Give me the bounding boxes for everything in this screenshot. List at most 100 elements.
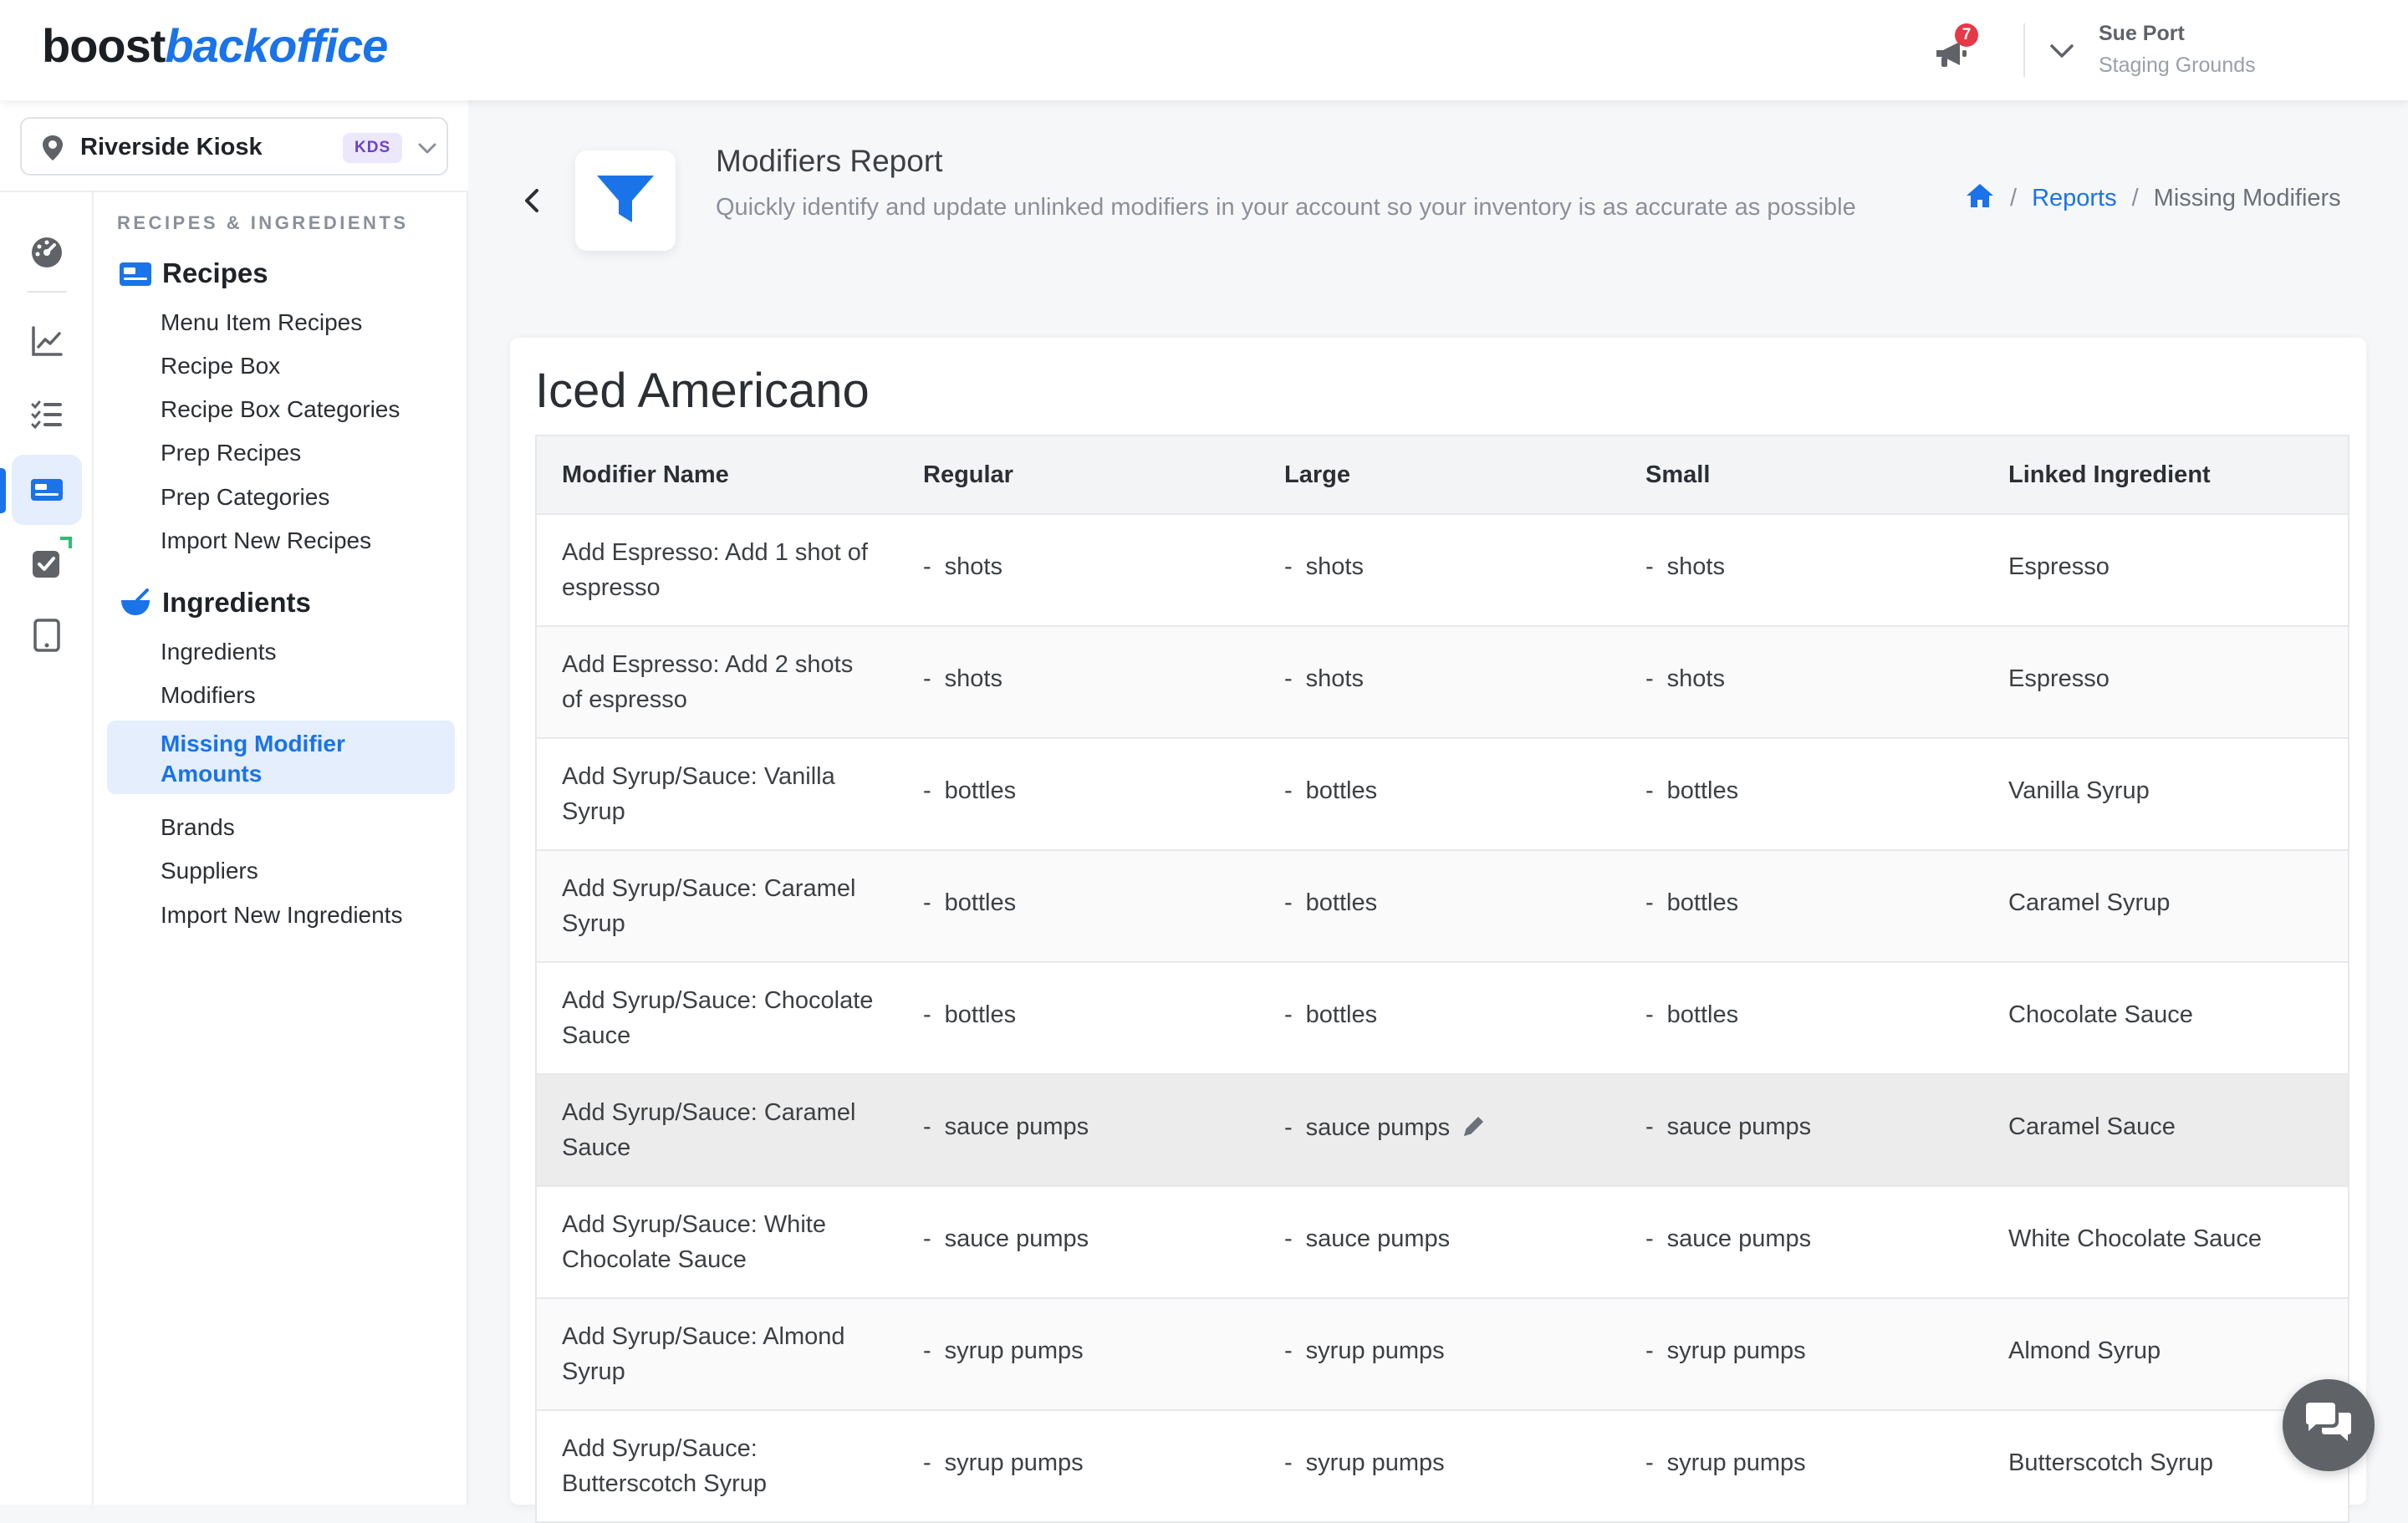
location-selector[interactable]: Riverside Kiosk KDS: [20, 117, 448, 176]
linked-ingredient-cell[interactable]: Espresso: [2008, 665, 2110, 693]
small-amount-cell[interactable]: - sauce pumps: [1645, 1225, 1811, 1253]
submenu-item-brands[interactable]: Brands: [161, 814, 235, 841]
unit-label: shots: [1666, 665, 1725, 692]
rail-active-indicator: [0, 468, 6, 513]
linked-ingredient-cell[interactable]: Espresso: [2008, 553, 2110, 581]
submenu-item-recipe-box-categories[interactable]: Recipe Box Categories: [161, 396, 400, 423]
submenu-item-menu-item-recipes[interactable]: Menu Item Recipes: [161, 309, 362, 336]
empty-amount-dash: -: [923, 1449, 931, 1476]
regular-amount-cell[interactable]: - syrup pumps: [923, 1449, 1084, 1477]
table-row[interactable]: Add Syrup/Sauce: Chocolate Sauce - bottles…: [537, 963, 2348, 1075]
empty-amount-dash: -: [1645, 553, 1654, 580]
unit-label: bottles: [944, 1001, 1017, 1028]
empty-amount-dash: -: [1645, 777, 1654, 804]
small-amount-cell[interactable]: - shots: [1645, 665, 1725, 693]
page-subtitle: Quickly identify and update unlinked mod…: [716, 194, 1856, 221]
rail-devices[interactable]: [12, 600, 82, 670]
table-row[interactable]: Add Syrup/Sauce: Almond Syrup - syrup pump…: [537, 1299, 2348, 1411]
empty-amount-dash: -: [1284, 1337, 1293, 1364]
chat-button[interactable]: [2283, 1379, 2375, 1471]
empty-amount-dash: -: [1645, 1225, 1654, 1252]
submenu-item-suppliers[interactable]: Suppliers: [161, 858, 258, 884]
small-amount-cell[interactable]: - bottles: [1645, 777, 1738, 805]
large-amount-cell[interactable]: - shots: [1284, 665, 1364, 693]
large-amount-cell[interactable]: - bottles: [1284, 889, 1377, 917]
unit-label: bottles: [1305, 889, 1378, 916]
empty-amount-dash: -: [923, 1337, 931, 1364]
logo[interactable]: boostbackoffice: [42, 18, 388, 73]
table-body: Add Espresso: Add 1 shot of espresso - sho…: [537, 515, 2348, 1523]
regular-amount-cell[interactable]: - sauce pumps: [923, 1225, 1089, 1253]
regular-amount-cell[interactable]: - shots: [923, 553, 1002, 581]
column-header-modifier-name[interactable]: Modifier Name: [562, 461, 729, 489]
small-amount-cell[interactable]: - shots: [1645, 553, 1725, 581]
linked-ingredient-cell[interactable]: Almond Syrup: [2008, 1337, 2161, 1365]
column-header-regular[interactable]: Regular: [923, 461, 1013, 489]
back-arrow-icon[interactable]: [518, 186, 545, 216]
regular-amount-cell[interactable]: - bottles: [923, 1001, 1016, 1029]
home-icon[interactable]: [1965, 182, 1995, 209]
table-row[interactable]: Add Syrup/Sauce: Butterscotch Syrup - syru…: [537, 1411, 2348, 1523]
submenu-item-prep-recipes[interactable]: Prep Recipes: [161, 440, 301, 466]
large-amount-cell[interactable]: - syrup pumps: [1284, 1449, 1445, 1477]
rail-checklists[interactable]: [12, 379, 82, 450]
modifier-name-cell: Add Syrup/Sauce: Butterscotch Syrup: [562, 1435, 767, 1497]
regular-amount-cell[interactable]: - shots: [923, 665, 1002, 693]
small-amount-cell[interactable]: - bottles: [1645, 1001, 1738, 1029]
column-header-linked-ingredient[interactable]: Linked Ingredient: [2008, 461, 2211, 489]
user-name[interactable]: Sue Port: [2099, 22, 2185, 46]
rail-reports[interactable]: [12, 306, 82, 376]
announcements-button[interactable]: 7: [1931, 23, 1978, 74]
linked-ingredient-cell[interactable]: Vanilla Syrup: [2008, 777, 2150, 805]
regular-amount-cell[interactable]: - sauce pumps: [923, 1113, 1089, 1141]
table-row[interactable]: Add Espresso: Add 1 shot of espresso - sho…: [537, 515, 2348, 627]
submenu-panel: RECIPES & INGREDIENTS Recipes Menu Item …: [94, 192, 468, 1505]
pencil-edit-icon[interactable]: [1462, 1113, 1487, 1138]
breadcrumb-reports[interactable]: Reports: [2032, 185, 2117, 211]
large-amount-cell[interactable]: - sauce pumps: [1284, 1113, 1487, 1142]
empty-amount-dash: -: [1284, 1449, 1293, 1476]
icon-rail: [0, 192, 94, 1505]
table-row[interactable]: Add Espresso: Add 2 shots of espresso - sh…: [537, 627, 2348, 739]
linked-ingredient-cell[interactable]: Butterscotch Syrup: [2008, 1449, 2213, 1477]
table-row[interactable]: Add Syrup/Sauce: White Chocolate Sauce - s…: [537, 1187, 2348, 1299]
large-amount-cell[interactable]: - bottles: [1284, 1001, 1377, 1029]
submenu-item-missing-modifier-amounts[interactable]: Missing Modifier Amounts: [107, 721, 455, 794]
regular-amount-cell[interactable]: - bottles: [923, 777, 1016, 805]
empty-amount-dash: -: [1284, 1225, 1293, 1252]
location-name: Riverside Kiosk: [80, 134, 263, 160]
submenu-item-recipe-box[interactable]: Recipe Box: [161, 353, 280, 379]
chevron-down-icon[interactable]: [2047, 38, 2077, 64]
submenu-item-ingredients[interactable]: Ingredients: [161, 639, 277, 665]
linked-ingredient-cell[interactable]: Caramel Syrup: [2008, 889, 2170, 917]
empty-amount-dash: -: [1284, 553, 1293, 580]
regular-amount-cell[interactable]: - syrup pumps: [923, 1337, 1084, 1365]
unit-label: syrup pumps: [944, 1337, 1084, 1364]
large-amount-cell[interactable]: - bottles: [1284, 777, 1377, 805]
small-amount-cell[interactable]: - syrup pumps: [1645, 1337, 1806, 1365]
table-row[interactable]: Add Syrup/Sauce: Caramel Syrup - bottles - b…: [537, 851, 2348, 963]
table-row[interactable]: Add Syrup/Sauce: Vanilla Syrup - bottles - b…: [537, 739, 2348, 851]
rail-dashboard[interactable]: [12, 217, 82, 288]
regular-amount-cell[interactable]: - bottles: [923, 889, 1016, 917]
column-header-small[interactable]: Small: [1645, 461, 1710, 489]
submenu-item-prep-categories[interactable]: Prep Categories: [161, 484, 329, 511]
submenu-item-modifiers[interactable]: Modifiers: [161, 682, 256, 709]
table-row[interactable]: Add Syrup/Sauce: Caramel Sauce - sauce pum…: [537, 1075, 2348, 1187]
breadcrumb: / Reports / Missing Modifiers: [1965, 182, 2341, 212]
submenu-item-import-new-ingredients[interactable]: Import New Ingredients: [161, 902, 402, 929]
linked-ingredient-cell[interactable]: Chocolate Sauce: [2008, 1001, 2193, 1029]
large-amount-cell[interactable]: - sauce pumps: [1284, 1225, 1450, 1253]
submenu-item-import-new-recipes[interactable]: Import New Recipes: [161, 527, 371, 554]
large-amount-cell[interactable]: - shots: [1284, 553, 1364, 581]
small-amount-cell[interactable]: - syrup pumps: [1645, 1449, 1806, 1477]
small-amount-cell[interactable]: - bottles: [1645, 889, 1738, 917]
small-amount-cell[interactable]: - sauce pumps: [1645, 1113, 1811, 1141]
large-amount-cell[interactable]: - syrup pumps: [1284, 1337, 1445, 1365]
unit-label: sauce pumps: [944, 1113, 1089, 1140]
rail-recipes[interactable]: [12, 455, 82, 525]
linked-ingredient-cell[interactable]: Caramel Sauce: [2008, 1113, 2176, 1141]
column-header-large[interactable]: Large: [1284, 461, 1350, 489]
empty-amount-dash: -: [923, 1113, 931, 1140]
linked-ingredient-cell[interactable]: White Chocolate Sauce: [2008, 1225, 2262, 1253]
